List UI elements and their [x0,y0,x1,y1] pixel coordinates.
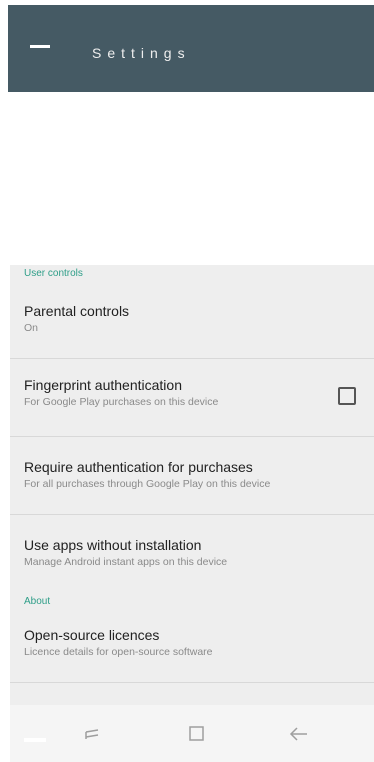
open-source-licences-subtitle: Licence details for open-source software [24,646,213,658]
instant-apps-subtitle: Manage Android instant apps on this devi… [24,556,228,568]
settings-list: User controls Parental controls On Finge… [10,265,374,705]
parental-controls-title: Parental controls [24,303,130,319]
require-auth-subtitle: For all purchases through Google Play on… [24,478,271,490]
home-square-icon[interactable] [186,723,208,745]
system-nav-bar [10,705,374,762]
instant-apps-title: Use apps without installation [24,537,202,553]
fingerprint-auth-checkbox[interactable] [338,387,356,405]
section-header-user-controls: User controls [24,268,83,279]
instant-apps-row[interactable]: Use apps without installation Manage And… [10,515,374,587]
app-toolbar: Settings [8,5,374,92]
open-source-licences-title: Open-source licences [24,627,160,643]
fingerprint-auth-title: Fingerprint authentication [24,377,182,393]
toolbar-title: Settings [92,45,191,61]
require-auth-title: Require authentication for purchases [24,459,253,475]
open-source-licences-row[interactable]: Open-source licences Licence details for… [10,611,374,683]
require-auth-row[interactable]: Require authentication for purchases For… [10,437,374,515]
back-arrow-icon[interactable] [288,723,310,745]
section-header-about: About [24,596,51,607]
fingerprint-auth-subtitle: For Google Play purchases on this device [24,396,219,408]
parental-controls-row[interactable]: Parental controls On [10,283,374,359]
hamburger-menu-icon[interactable] [30,45,50,59]
nav-indicator [24,738,46,742]
fingerprint-auth-row[interactable]: Fingerprint authentication For Google Pl… [10,359,374,437]
recent-apps-icon[interactable] [82,723,104,745]
parental-controls-status: On [24,322,39,334]
